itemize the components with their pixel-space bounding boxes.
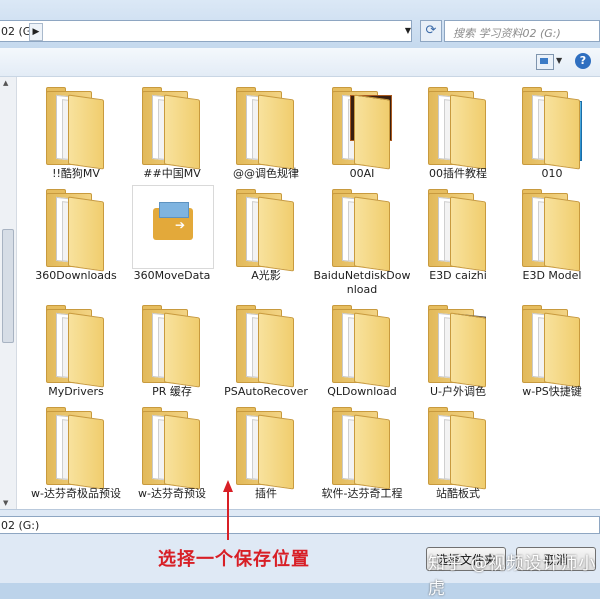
file-item[interactable]: PR 缓存 [126,299,218,409]
scroll-up-icon[interactable]: ▲ [3,79,8,87]
folder-icon [522,305,580,388]
file-item[interactable]: AiAi00AI [316,81,408,191]
file-item[interactable]: 插件 [220,401,312,509]
filename-row: 02 (G:) [0,509,600,540]
folder-icon [332,305,390,388]
folder-icon [428,87,486,170]
file-item[interactable]: w-达芬奇极品预设 [30,401,122,509]
folder-name-value: 02 (G:) [1,519,40,532]
file-item[interactable]: A光影 [220,183,312,293]
file-item[interactable]: 站酷板式 [412,401,504,509]
file-item-label: w-达芬奇极品预设 [31,487,121,500]
folder-icon [46,407,104,490]
file-item-label: A光影 [251,269,281,282]
address-bar-area: 02 (G:) ▶ ▼ ⟳ 搜索 学习资料02 (G:) [0,0,600,49]
file-item[interactable]: w-PS快捷键 [506,299,598,409]
folder-icon [236,407,294,490]
file-item[interactable]: w-达芬奇预设 [126,401,218,509]
file-item[interactable]: @@调色规律 [220,81,312,191]
folder-icon [332,407,390,490]
view-options-icon[interactable] [536,54,554,70]
annotation-caption: 选择一个保存位置 [158,549,310,570]
folder-icon [332,189,390,272]
file-item[interactable]: QLDownload [316,299,408,409]
folder-icon [522,189,580,272]
scroll-down-icon[interactable]: ▼ [3,499,8,507]
folder-icon [428,407,486,490]
folder-icon [142,407,200,490]
file-item[interactable]: !!酷狗MV [30,81,122,191]
folder-icon [428,189,486,272]
file-item[interactable]: 360Downloads [30,183,122,293]
address-field[interactable]: 02 (G:) ▶ [0,20,412,42]
file-item[interactable]: E3D Model [506,183,598,293]
file-item-label: 软件-达芬奇工程 [321,487,403,500]
address-dropdown-icon[interactable]: ▼ [402,22,414,40]
folder-icon [522,87,582,170]
file-item-label: MyDrivers [48,385,104,398]
refresh-button[interactable]: ⟳ [420,20,442,42]
vertical-scrollbar[interactable]: ▲ ▼ [0,77,17,509]
file-item[interactable]: E3D caizhi [412,183,504,293]
folder-icon [142,87,200,170]
file-item[interactable]: MyDrivers [30,299,122,409]
file-item-label: 00AI [349,167,375,180]
file-item[interactable]: BaiduNetdiskDownload [314,183,410,296]
file-item[interactable]: 360MoveData [126,183,218,293]
dialog-footer: 选择一个保存位置 选择文件夹 取消 知乎 @视频设计师小虎 [0,539,600,599]
file-item[interactable]: ##中国MV [126,81,218,191]
file-item-label: 插件 [255,487,277,500]
file-item-label: 00插件教程 [429,167,487,180]
folder-name-field[interactable]: 02 (G:) [0,516,600,534]
folder-icon [142,305,200,388]
breadcrumb-chevron-icon[interactable]: ▶ [29,23,43,41]
file-item-label: !!酷狗MV [52,167,100,180]
file-item[interactable]: 软件-达芬奇工程 [316,401,408,509]
file-item[interactable]: U-户外调色 [412,299,504,409]
file-item-label: E3D caizhi [429,269,487,282]
folder-icon: AiAi [332,87,392,170]
refresh-icon: ⟳ [425,23,437,38]
file-item-label: QLDownload [327,385,397,398]
file-item-label: PR 缓存 [152,385,192,398]
select-folder-button[interactable]: 选择文件夹 [426,547,506,571]
folder-icon [46,87,104,170]
file-item-label: @@调色规律 [233,167,299,180]
help-button[interactable]: ? [575,53,591,69]
file-item-label: 360MoveData [133,269,211,282]
file-item[interactable]: 010 [506,81,598,191]
folder-icon [236,189,294,272]
folder-icon [428,305,486,388]
file-item-label: 站酷板式 [436,487,480,500]
file-item-label: BaiduNetdiskDownload [313,269,411,296]
file-item-label: U-户外调色 [429,385,487,398]
file-item-label: ##中国MV [143,167,201,180]
cancel-button[interactable]: 取消 [516,547,596,571]
search-placeholder: 搜索 学习资料02 (G:) [453,27,561,40]
search-input[interactable]: 搜索 学习资料02 (G:) [444,20,600,42]
scrollbar-thumb[interactable] [2,229,14,343]
file-item[interactable]: 00插件教程 [412,81,504,191]
file-list-pane: ▲ ▼ !!酷狗MV ##中国MV @@调色规律 AiAi00AI 00插件教程 010 3… [0,77,600,509]
folder-icon [236,87,294,170]
file-item-label: 360Downloads [35,269,117,282]
file-item-label: PSAutoRecover [224,385,308,398]
folder-icon [46,305,104,388]
file-item-label: w-PS快捷键 [522,385,582,398]
folder-icon [46,189,104,272]
file-item[interactable]: PSAutoRecover [220,299,312,409]
view-dropdown-icon[interactable]: ▼ [556,56,562,65]
toolbar: ▼ ? [0,48,600,77]
app-folder-icon [132,185,214,269]
file-item-label: w-达芬奇预设 [138,487,206,500]
file-item-label: 010 [541,167,563,180]
folder-icon [236,305,294,388]
file-item-label: E3D Model [522,269,582,282]
